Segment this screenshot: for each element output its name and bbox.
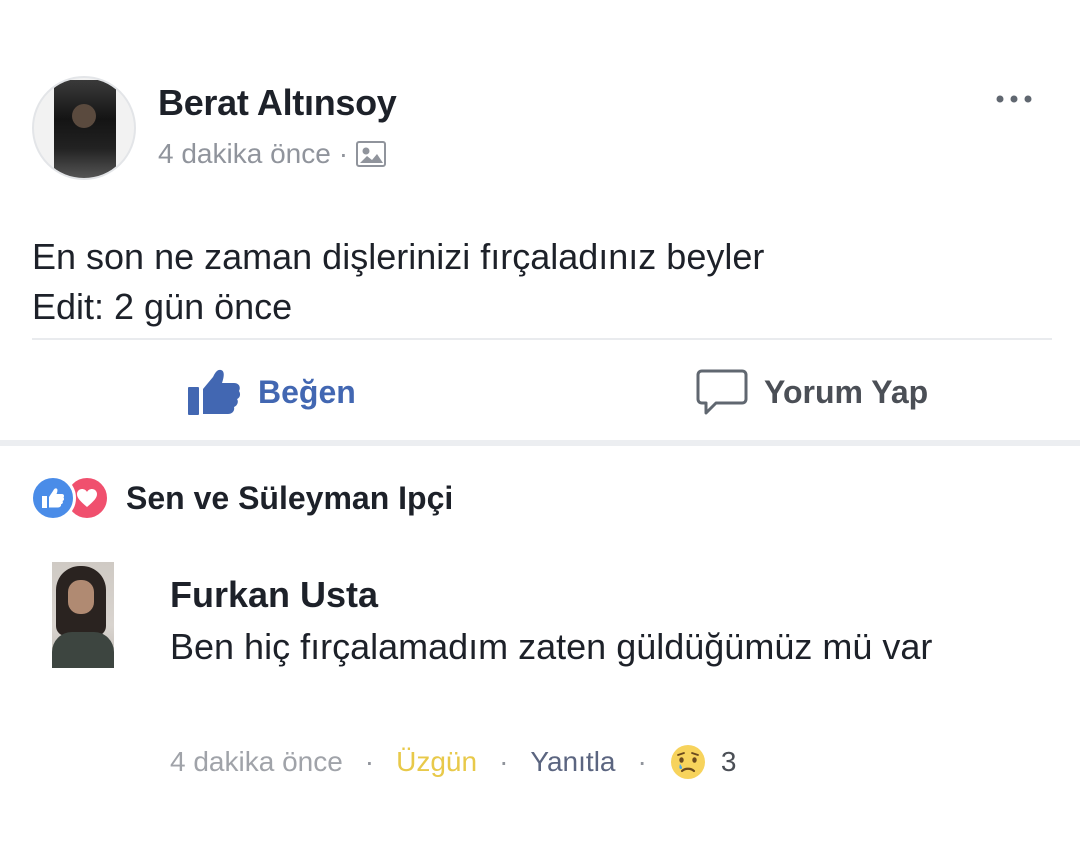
reaction-count: 3 [720, 746, 737, 777]
comment-button[interactable]: Yorum Yap [696, 364, 928, 420]
post-author-avatar[interactable] [32, 76, 136, 180]
reactions-summary[interactable]: Sen ve Süleyman Ipçi [30, 475, 454, 521]
like-button[interactable]: Beğen [186, 364, 356, 420]
meta-separator: · [499, 746, 509, 777]
more-options-icon[interactable] [992, 84, 1036, 114]
comment-meta: 4 dakika önce · Üzgün · Yanıtla · 3 [170, 738, 736, 786]
meta-separator: · [338, 138, 349, 169]
divider [32, 338, 1052, 340]
post-author-name[interactable]: Berat Altınsoy [158, 82, 397, 124]
like-label: Beğen [258, 373, 356, 410]
photo-icon [356, 141, 387, 167]
avatar-face [68, 580, 94, 614]
post-text: En son ne zaman dişlerinizi fırçaladınız… [32, 232, 764, 332]
comment-time[interactable]: 4 dakika önce [170, 746, 343, 778]
post-meta: 4 dakika önce · [158, 138, 387, 170]
reactions-summary-text: Sen ve Süleyman Ipçi [126, 479, 454, 516]
comment-label: Yorum Yap [764, 373, 929, 410]
comment-bubble-icon [696, 369, 748, 415]
post-time[interactable]: 4 dakika önce [158, 138, 331, 170]
comment-author-avatar[interactable] [52, 562, 114, 668]
meta-separator: · [364, 746, 375, 777]
post-text-line-1: En son ne zaman dişlerinizi fırçaladınız… [32, 236, 765, 277]
section-separator [0, 440, 1080, 446]
sad-face-icon[interactable] [669, 743, 707, 781]
like-reaction-icon [30, 475, 76, 521]
post-text-line-2: Edit: 2 gün önce [32, 286, 293, 327]
avatar-photo [54, 80, 116, 178]
comment-author-name[interactable]: Furkan Usta [170, 574, 378, 616]
comment-text: Ben hiç fırçalamadım zaten güldüğümüz mü… [170, 626, 933, 667]
reply-button[interactable]: Yanıtla [530, 746, 615, 778]
comment-reaction-button[interactable]: Üzgün [396, 746, 477, 778]
avatar-body [52, 632, 114, 668]
thumbs-up-icon [188, 369, 241, 415]
meta-separator: · [637, 746, 647, 777]
